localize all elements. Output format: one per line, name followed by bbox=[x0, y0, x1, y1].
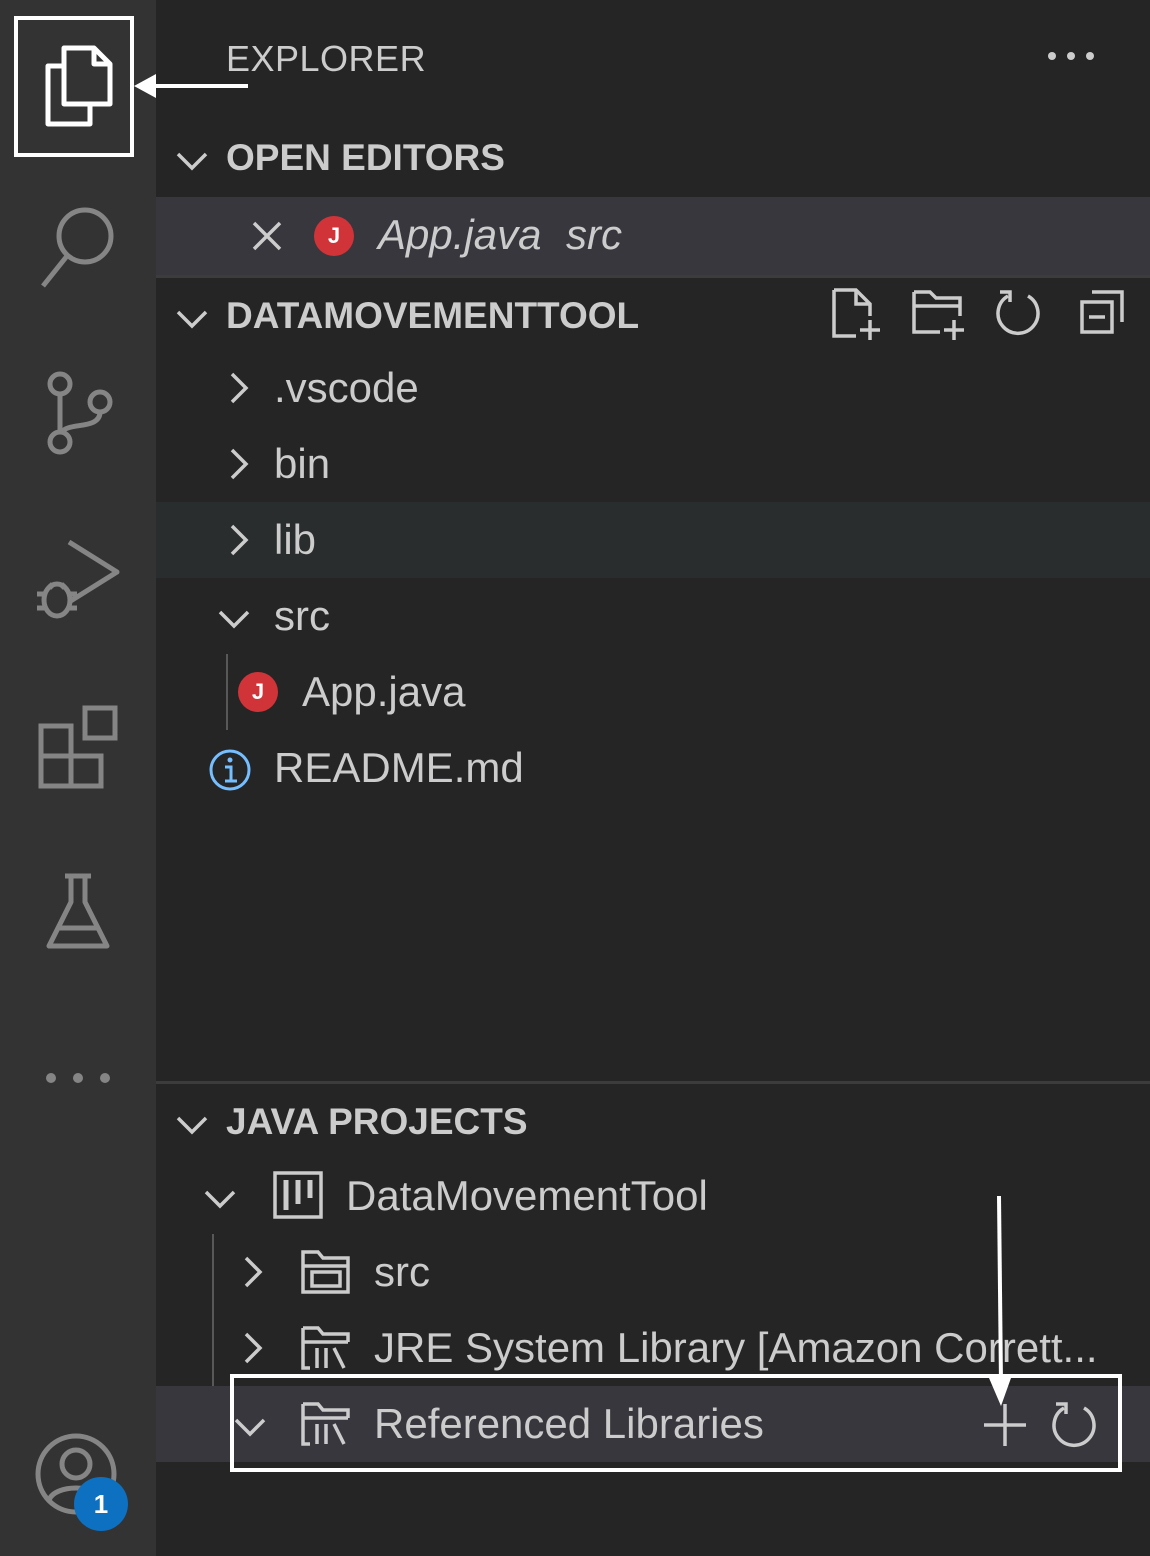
library-icon bbox=[301, 1326, 350, 1370]
source-folder-icon bbox=[301, 1250, 350, 1294]
tree-item-label: src bbox=[374, 1248, 430, 1295]
chevron-right-icon bbox=[230, 448, 249, 480]
open-editor-description: src bbox=[566, 211, 622, 258]
new-file-icon[interactable] bbox=[830, 286, 884, 342]
section-title: JAVA PROJECTS bbox=[226, 1101, 528, 1142]
java-projects-header[interactable]: JAVA PROJECTS bbox=[156, 1084, 1150, 1160]
tree-item-label: README.md bbox=[274, 744, 524, 791]
tree-item-lib[interactable]: lib bbox=[156, 502, 1150, 578]
accounts-badge: 1 bbox=[74, 1477, 128, 1531]
more-actions-icon[interactable] bbox=[1046, 48, 1096, 69]
chevron-right-icon bbox=[230, 524, 249, 556]
info-icon bbox=[209, 749, 251, 791]
chevron-down-icon bbox=[176, 1116, 208, 1135]
open-editors-header[interactable]: OPEN EDITORS bbox=[156, 120, 1150, 196]
run-debug-icon[interactable] bbox=[0, 536, 156, 628]
tree-item-app-java[interactable]: J App.java bbox=[156, 654, 1150, 730]
extensions-icon[interactable] bbox=[0, 702, 156, 792]
project-icon bbox=[273, 1171, 323, 1219]
close-icon[interactable] bbox=[250, 219, 284, 253]
more-icon[interactable] bbox=[0, 1066, 156, 1090]
chevron-down-icon bbox=[176, 152, 208, 171]
tree-item-label: src bbox=[274, 592, 330, 639]
tree-item-label: lib bbox=[274, 516, 317, 563]
search-icon[interactable] bbox=[0, 202, 156, 292]
explorer-title: EXPLORER bbox=[226, 38, 427, 79]
explorer-highlight-box bbox=[14, 16, 134, 157]
project-label: DataMovementTool bbox=[346, 1172, 708, 1219]
java-file-icon: J bbox=[314, 216, 354, 256]
new-folder-icon[interactable] bbox=[910, 286, 968, 342]
tree-item-label: bin bbox=[274, 440, 331, 487]
source-control-icon[interactable] bbox=[0, 370, 156, 460]
tree-item-vscode[interactable]: .vscode bbox=[156, 350, 1150, 426]
activity-bar: 1 bbox=[0, 0, 156, 1556]
chevron-down-icon bbox=[176, 310, 208, 329]
refresh-icon[interactable] bbox=[994, 288, 1044, 338]
tree-item-bin[interactable]: bin bbox=[156, 426, 1150, 502]
chevron-down-icon bbox=[204, 1190, 236, 1209]
open-editor-item[interactable]: J App.java src bbox=[156, 197, 1150, 275]
java-file-icon: J bbox=[238, 672, 278, 712]
section-title: DATAMOVEMENTTOOL bbox=[226, 295, 640, 336]
chevron-right-icon bbox=[244, 1256, 263, 1288]
open-editor-filename: App.java bbox=[378, 211, 542, 258]
tree-item-src[interactable]: src bbox=[156, 578, 1150, 654]
chevron-right-icon bbox=[230, 372, 249, 404]
chevron-down-icon bbox=[218, 610, 250, 629]
testing-flask-icon[interactable] bbox=[0, 872, 156, 952]
chevron-right-icon bbox=[244, 1332, 263, 1364]
collapse-all-icon[interactable] bbox=[1078, 288, 1128, 338]
annotation-arrow-down bbox=[989, 1195, 1011, 1406]
tree-item-label: App.java bbox=[302, 668, 466, 715]
section-title: OPEN EDITORS bbox=[226, 137, 505, 178]
tree-item-readme[interactable]: README.md bbox=[156, 730, 1150, 806]
annotation-arrow-left bbox=[134, 74, 248, 98]
tree-item-label: .vscode bbox=[274, 364, 419, 411]
